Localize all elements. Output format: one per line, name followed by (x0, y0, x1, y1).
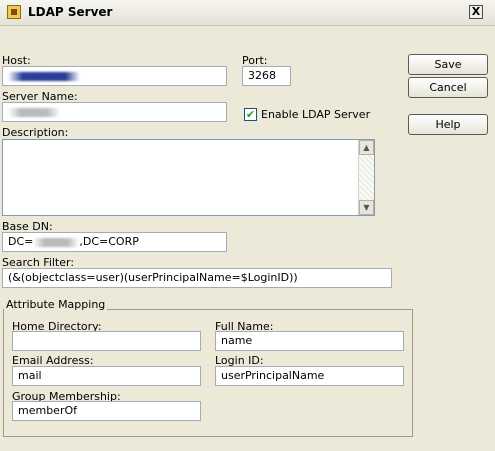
base-dn-input[interactable]: DC= ,DC=CORP (2, 232, 227, 252)
window-title: LDAP Server (28, 5, 113, 19)
home-directory-input[interactable] (12, 331, 201, 351)
search-filter-input[interactable]: (&(objectclass=user)(userPrincipalName=$… (2, 268, 392, 288)
redacted-base-dn-value (33, 237, 80, 247)
login-id-input[interactable]: userPrincipalName (215, 366, 404, 386)
email-address-input[interactable]: mail (12, 366, 201, 386)
description-label: Description: (2, 126, 69, 139)
description-textarea[interactable]: ▲ ▼ (2, 139, 375, 216)
enable-ldap-label: Enable LDAP Server (261, 108, 371, 121)
scroll-up-icon[interactable]: ▲ (359, 140, 374, 155)
save-button[interactable]: Save (408, 54, 488, 75)
group-membership-input[interactable]: memberOf (12, 401, 201, 421)
title-bar: LDAP Server X (0, 0, 495, 26)
description-scrollbar[interactable]: ▲ ▼ (358, 140, 374, 215)
base-dn-suffix: ,DC=CORP (79, 235, 139, 248)
help-button[interactable]: Help (408, 114, 488, 135)
redacted-server-name-value (8, 107, 60, 117)
close-button[interactable]: X (469, 5, 483, 19)
full-name-input[interactable]: name (215, 331, 404, 351)
port-input[interactable]: 3268 (242, 66, 291, 86)
host-input[interactable] (2, 66, 227, 86)
attribute-mapping-legend: Attribute Mapping (4, 298, 108, 311)
redacted-host-value (8, 71, 80, 81)
cancel-button[interactable]: Cancel (408, 77, 488, 98)
scroll-down-icon[interactable]: ▼ (359, 200, 374, 215)
ldap-server-icon (7, 5, 21, 19)
base-dn-prefix: DC= (8, 235, 34, 248)
server-name-input[interactable] (2, 102, 227, 122)
enable-ldap-checkbox[interactable]: ✔ (244, 108, 257, 121)
